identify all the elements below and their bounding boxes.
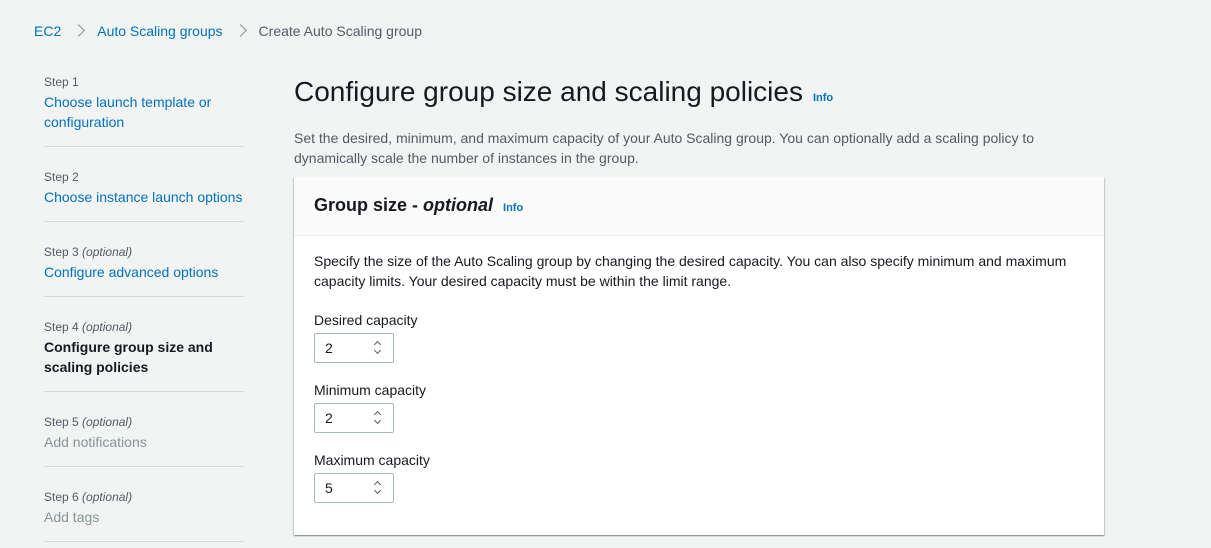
step-number: Step 3 (optional) — [44, 245, 133, 259]
wizard-step-6: Step 6 (optional) Add tags — [44, 467, 244, 542]
wizard-step-5: Step 5 (optional) Add notifications — [44, 392, 244, 467]
page-description: Set the desired, minimum, and maximum ca… — [294, 130, 1035, 166]
maximum-capacity-value: 5 — [325, 480, 333, 496]
page-title-text: Configure group size and scaling policie… — [294, 76, 803, 107]
step-number: Step 5 (optional) — [44, 415, 133, 429]
step-title-link[interactable]: Choose instance launch options — [44, 187, 244, 207]
breadcrumb-ec2-link[interactable]: EC2 — [34, 23, 61, 39]
chevron-right-icon — [69, 22, 89, 40]
panel-header: Group size - optional Info — [294, 177, 1104, 236]
step-title-disabled: Add notifications — [44, 434, 147, 450]
maximum-capacity-input[interactable]: 5 — [314, 473, 394, 503]
desired-capacity-field: Desired capacity 2 — [314, 311, 1084, 363]
maximum-capacity-field: Maximum capacity 5 — [314, 451, 1084, 503]
breadcrumb-auto-scaling-groups-link[interactable]: Auto Scaling groups — [97, 23, 222, 39]
spinner-arrows-icon[interactable] — [373, 341, 383, 355]
spinner-arrows-icon[interactable] — [373, 481, 383, 495]
step-title-link[interactable]: Choose launch template or configuration — [44, 92, 244, 132]
minimum-capacity-input[interactable]: 2 — [314, 403, 394, 433]
step-title-disabled: Add tags — [44, 509, 100, 525]
desired-capacity-input[interactable]: 2 — [314, 333, 394, 363]
maximum-capacity-label: Maximum capacity — [314, 452, 430, 468]
panel-title: Group size - optional — [314, 195, 494, 215]
main-content: Configure group size and scaling policie… — [294, 74, 1104, 168]
minimum-capacity-value: 2 — [325, 410, 333, 426]
step-number: Step 4 (optional) — [44, 320, 133, 334]
spinner-arrows-icon[interactable] — [373, 411, 383, 425]
chevron-right-icon — [231, 22, 251, 40]
desired-capacity-value: 2 — [325, 340, 333, 356]
wizard-step-1: Step 1 Choose launch template or configu… — [44, 70, 244, 147]
panel-description: Specify the size of the Auto Scaling gro… — [314, 253, 1067, 289]
step-number: Step 1 — [44, 75, 79, 89]
panel-body: Specify the size of the Auto Scaling gro… — [294, 236, 1104, 518]
wizard-steps: Step 1 Choose launch template or configu… — [44, 70, 244, 542]
desired-capacity-label: Desired capacity — [314, 312, 418, 328]
minimum-capacity-label: Minimum capacity — [314, 382, 427, 398]
group-size-panel: Group size - optional Info Specify the s… — [294, 177, 1104, 535]
breadcrumb: EC2 Auto Scaling groups Create Auto Scal… — [34, 22, 422, 40]
breadcrumb-current: Create Auto Scaling group — [258, 23, 422, 39]
step-number: Step 2 — [44, 170, 79, 184]
wizard-step-4: Step 4 (optional) Configure group size a… — [44, 297, 244, 392]
step-number: Step 6 (optional) — [44, 490, 133, 504]
minimum-capacity-field: Minimum capacity 2 — [314, 381, 1084, 433]
step-title-link[interactable]: Configure advanced options — [44, 262, 244, 282]
page-info-link[interactable]: Info — [813, 80, 833, 116]
panel-info-link[interactable]: Info — [503, 202, 523, 214]
wizard-step-3: Step 3 (optional) Configure advanced opt… — [44, 222, 244, 297]
step-title-current: Configure group size and scaling policie… — [44, 339, 213, 375]
wizard-step-2: Step 2 Choose instance launch options — [44, 147, 244, 222]
page-title: Configure group size and scaling policie… — [294, 74, 1104, 116]
